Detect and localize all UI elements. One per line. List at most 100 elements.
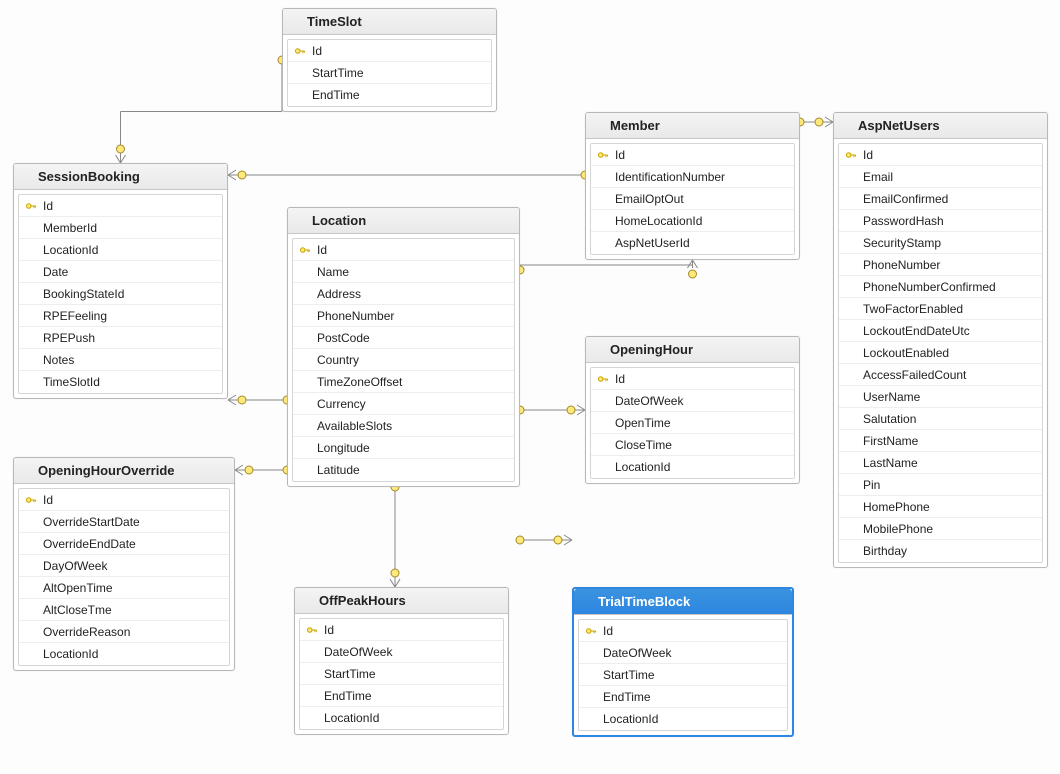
column-row[interactable]: Id [293,239,514,261]
column-row[interactable]: EmailOptOut [591,188,794,210]
column-row[interactable]: Id [591,368,794,390]
column-row[interactable]: SecurityStamp [839,232,1042,254]
column-row[interactable]: OpenTime [591,412,794,434]
table-trialTimeBlock[interactable]: ▾TrialTimeBlock IdDateOfWeekStartTime EndT… [572,587,794,737]
column-row[interactable]: RPEPush [19,327,222,349]
column-row[interactable]: Id [839,144,1042,166]
column-row[interactable]: OverrideEndDate [19,533,229,555]
table-openingHourOverride[interactable]: ▾OpeningHourOverrideIdOverrideStartDateO… [13,457,235,671]
table-title[interactable]: ▾OpeningHour [586,337,799,363]
column-row[interactable]: Id [300,619,503,641]
column-row[interactable]: StartTime [300,663,503,685]
table-member[interactable]: ▾Member IdIdentificationNumberEmailOptOut… [585,112,800,260]
column-row[interactable]: MemberId [19,217,222,239]
column-row[interactable]: DayOfWeek [19,555,229,577]
column-row[interactable]: HomeLocationId [591,210,794,232]
column-row[interactable]: LockoutEnabled [839,342,1042,364]
column-name: StartTime [322,667,497,681]
column-row[interactable]: PasswordHash [839,210,1042,232]
column-row[interactable]: PhoneNumberConfirmed [839,276,1042,298]
table-title[interactable]: ▾AspNetUsers [834,113,1047,139]
table-title[interactable]: ▾SessionBooking [14,164,227,190]
column-row[interactable]: DateOfWeek [300,641,503,663]
column-row[interactable]: UserName [839,386,1042,408]
column-row[interactable]: Id [591,144,794,166]
column-row[interactable]: Id [19,195,222,217]
column-row[interactable]: Notes [19,349,222,371]
column-name: TimeSlotId [41,375,216,389]
column-row[interactable]: Salutation [839,408,1042,430]
table-title[interactable]: ▾TimeSlot [283,9,496,35]
column-row[interactable]: AspNetUserId [591,232,794,254]
column-row[interactable]: LastName [839,452,1042,474]
column-row[interactable]: LocationId [591,456,794,478]
table-location[interactable]: ▾Location Id NameAddress PhoneNumber PostCod… [287,207,520,487]
table-title[interactable]: ▾Member [586,113,799,139]
table-title[interactable]: ▾OpeningHourOverride [14,458,234,484]
column-row[interactable]: CloseTime [591,434,794,456]
column-row[interactable]: Latitude [293,459,514,481]
column-row[interactable]: EndTime [579,686,787,708]
table-aspNetUsers[interactable]: ▾AspNetUsers IdEmailEmailConfirmedPasswor… [833,112,1048,568]
column-row[interactable]: BookingStateId [19,283,222,305]
column-row[interactable]: TimeSlotId [19,371,222,393]
column-row[interactable]: AccessFailedCount [839,364,1042,386]
table-sessionBooking[interactable]: ▾SessionBooking IdMemberIdLocationIdDateB… [13,163,228,399]
column-name: PhoneNumberConfirmed [861,280,1036,294]
diagram-canvas[interactable]: ▾TimeSlotIdStartTimeEndTime▾SessionBooki… [0,0,1060,774]
column-row[interactable]: Id [288,40,491,62]
column-row[interactable]: IdentificationNumber [591,166,794,188]
column-row[interactable]: StartTime [288,62,491,84]
column-row[interactable]: FirstName [839,430,1042,452]
column-row[interactable]: LocationId [19,643,229,665]
table-openingHour[interactable]: ▾OpeningHour Id DateOfWeekOpenTimeCloseTim… [585,336,800,484]
column-row[interactable]: LocationId [579,708,787,730]
column-row[interactable]: Currency [293,393,514,415]
column-row[interactable]: TimeZoneOffset [293,371,514,393]
column-name: Id [613,372,788,386]
column-row[interactable]: AltCloseTme [19,599,229,621]
column-name: LocationId [41,647,223,661]
column-row[interactable]: Birthday [839,540,1042,562]
column-row[interactable]: StartTime [579,664,787,686]
column-name: Id [315,243,508,257]
column-row[interactable]: TwoFactorEnabled [839,298,1042,320]
column-row[interactable]: Id [19,489,229,511]
column-row[interactable]: AltOpenTime [19,577,229,599]
table-title[interactable]: ▾Location [288,208,519,234]
column-row[interactable]: Id [579,620,787,642]
column-row[interactable]: Date [19,261,222,283]
column-row[interactable]: PostCode [293,327,514,349]
column-row[interactable]: OverrideReason [19,621,229,643]
column-row[interactable]: Country [293,349,514,371]
table-title[interactable]: ▾TrialTimeBlock [574,589,792,615]
column-row[interactable]: DateOfWeek [591,390,794,412]
column-name: PhoneNumber [315,309,508,323]
column-row[interactable]: DateOfWeek [579,642,787,664]
column-row[interactable]: HomePhone [839,496,1042,518]
column-row[interactable]: EndTime [288,84,491,106]
table-timeSlot[interactable]: ▾TimeSlot IdStartTimeEndTime [282,8,497,112]
column-row[interactable]: Pin [839,474,1042,496]
primary-key-icon [290,45,310,57]
column-name: AvailableSlots [315,419,508,433]
column-row[interactable]: AvailableSlots [293,415,514,437]
column-row[interactable]: Longitude [293,437,514,459]
column-row[interactable]: EndTime [300,685,503,707]
column-row[interactable]: PhoneNumber [293,305,514,327]
column-row[interactable]: Address [293,283,514,305]
column-row[interactable]: MobilePhone [839,518,1042,540]
column-row[interactable]: PhoneNumber [839,254,1042,276]
column-row[interactable]: Name [293,261,514,283]
column-name: Country [315,353,508,367]
column-row[interactable]: OverrideStartDate [19,511,229,533]
column-row[interactable]: Email [839,166,1042,188]
column-row[interactable]: LocationId [300,707,503,729]
column-row[interactable]: LockoutEndDateUtc [839,320,1042,342]
column-row[interactable]: EmailConfirmed [839,188,1042,210]
column-row[interactable]: RPEFeeling [19,305,222,327]
table-title[interactable]: ▾OffPeakHours [295,588,508,614]
column-row[interactable]: LocationId [19,239,222,261]
table-offPeakHours[interactable]: ▾OffPeakHours IdDateOfWeek StartTime EndTim… [294,587,509,735]
column-name: EndTime [601,690,781,704]
